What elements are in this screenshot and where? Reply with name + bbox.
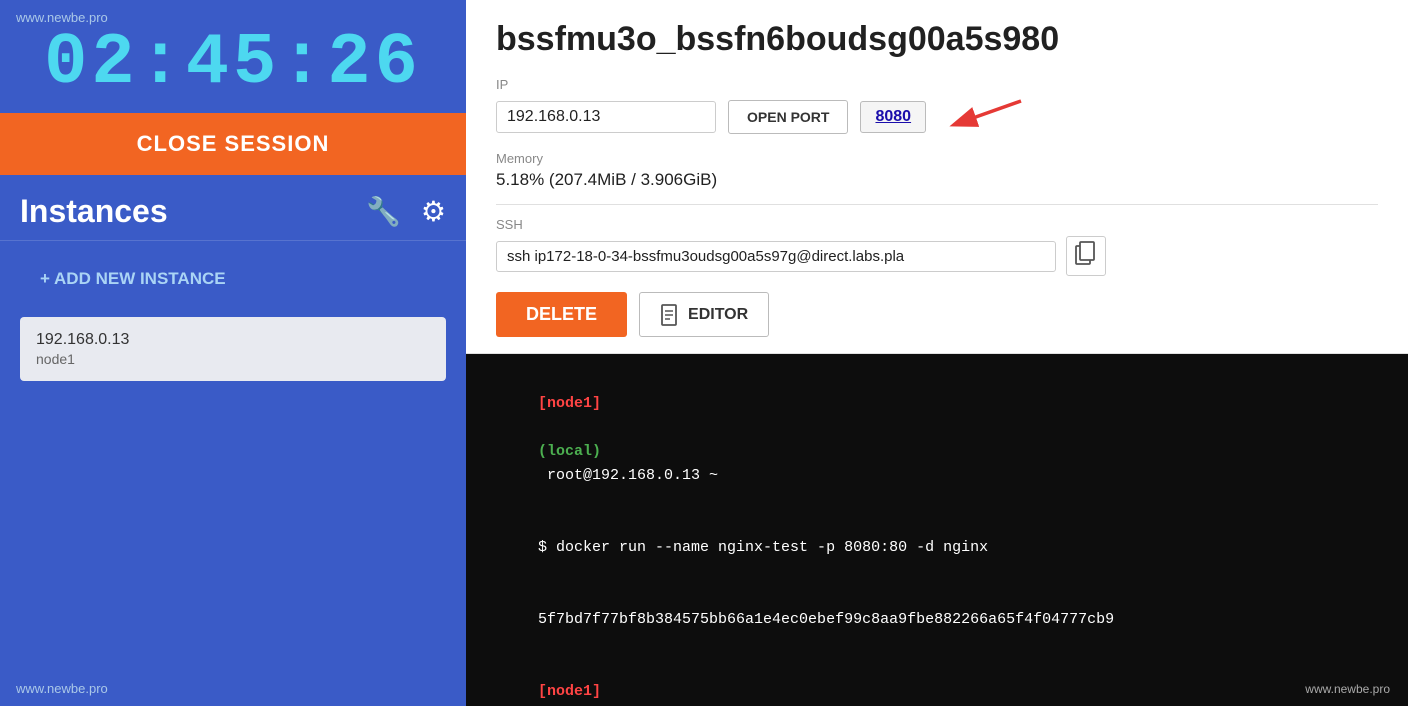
sidebar-top: www.newbe.pro 02:45:26 (0, 0, 466, 113)
term-rest-1: root@192.168.0.13 ~ (538, 467, 718, 484)
ip-label: IP (496, 77, 1378, 92)
open-port-button[interactable]: OPEN PORT (728, 100, 848, 134)
instance-name: node1 (36, 351, 430, 367)
close-session-button[interactable]: CLOSE SESSION (0, 113, 466, 175)
instance-ip: 192.168.0.13 (36, 331, 430, 349)
ip-input[interactable] (496, 101, 716, 133)
memory-label: Memory (496, 151, 1378, 166)
wrench-icon[interactable]: 🔧 (366, 195, 401, 228)
terminal-line-4: [node1] (local) root@192.168.0.13 ~ (484, 656, 1390, 706)
term-prompt-1: [node1] (538, 395, 601, 412)
terminal-line-2: $ docker run --name nginx-test -p 8080:8… (484, 512, 1390, 584)
ssh-input[interactable] (496, 241, 1056, 272)
action-row: DELETE EDITOR (496, 292, 1378, 337)
sidebar-footer: www.newbe.pro (16, 681, 108, 696)
editor-icon (660, 304, 680, 326)
terminal-line-1: [node1] (local) root@192.168.0.13 ~ (484, 368, 1390, 512)
divider (496, 204, 1378, 205)
ip-row: IP OPEN PORT 8080 (496, 77, 1378, 137)
ssh-value-row (496, 236, 1378, 276)
port-value[interactable]: 8080 (860, 101, 926, 133)
add-instance-button[interactable]: + ADD NEW INSTANCE (20, 259, 446, 299)
gear-icon[interactable]: ⚙ (421, 195, 446, 228)
ssh-row: SSH (496, 217, 1378, 276)
memory-value: 5.18% (207.4MiB / 3.906GiB) (496, 170, 1378, 190)
delete-button[interactable]: DELETE (496, 292, 627, 337)
copy-icon[interactable] (1066, 236, 1106, 276)
terminal-footer: www.newbe.pro (1305, 682, 1390, 696)
term-local-1: (local) (538, 443, 601, 460)
instance-list: 192.168.0.13 node1 (0, 317, 466, 389)
main-content: bssfmu3o_bssfn6boudsg00a5s980 IP OPEN PO… (466, 0, 1408, 706)
clock-display: 02:45:26 (44, 27, 422, 99)
terminal[interactable]: [node1] (local) root@192.168.0.13 ~ $ do… (466, 354, 1408, 706)
ssh-label: SSH (496, 217, 1378, 232)
instance-detail: bssfmu3o_bssfn6boudsg00a5s980 IP OPEN PO… (466, 0, 1408, 354)
arrow-indicator (946, 96, 1026, 137)
memory-row: Memory 5.18% (207.4MiB / 3.906GiB) (496, 151, 1378, 190)
instances-title: Instances (20, 193, 346, 230)
instances-header: Instances 🔧 ⚙ (0, 175, 466, 241)
instance-detail-title: bssfmu3o_bssfn6boudsg00a5s980 (496, 20, 1378, 59)
term-prompt-2: [node1] (538, 683, 601, 700)
ip-value-row: OPEN PORT 8080 (496, 96, 1378, 137)
editor-button[interactable]: EDITOR (639, 292, 769, 337)
terminal-line-3: 5f7bd7f77bf8b384575bb66a1e4ec0ebef99c8aa… (484, 584, 1390, 656)
sidebar: www.newbe.pro 02:45:26 CLOSE SESSION Ins… (0, 0, 466, 706)
instance-item[interactable]: 192.168.0.13 node1 (20, 317, 446, 381)
